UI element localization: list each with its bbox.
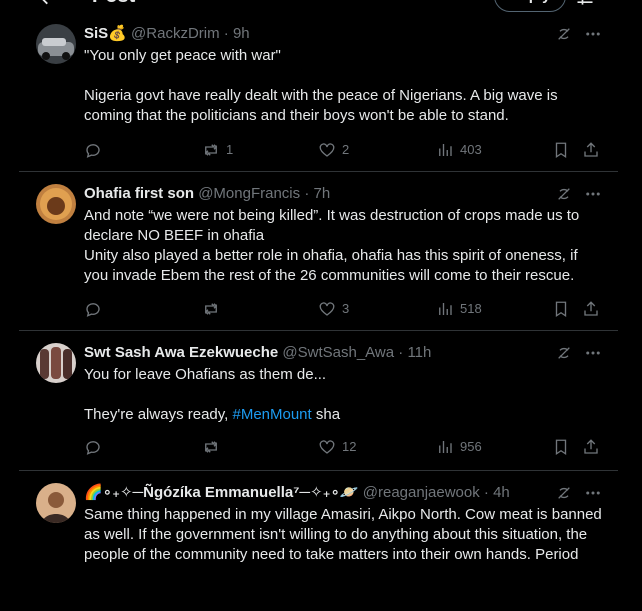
views-count: 518: [460, 301, 482, 316]
top-bar: Post Reply: [0, 0, 642, 14]
like-count: 3: [342, 301, 350, 316]
page-title: Post: [92, 0, 135, 8]
author-handle[interactable]: @RackzDrim: [131, 25, 220, 42]
grok-icon[interactable]: [556, 345, 572, 361]
post-text: And note “we were not being killed”. It …: [84, 207, 580, 284]
action-bar: 12 956: [84, 437, 602, 457]
reply-button[interactable]: Reply: [494, 0, 566, 12]
like-count: 12: [342, 439, 357, 454]
author-handle[interactable]: @MongFrancis: [198, 185, 300, 202]
hashtag-link[interactable]: #MenMount: [232, 406, 311, 423]
grok-icon[interactable]: [556, 485, 572, 501]
author-handle[interactable]: @SwtSash_Awa: [282, 344, 394, 361]
grok-icon[interactable]: [556, 26, 572, 42]
avatar[interactable]: [36, 184, 76, 224]
reply-icon: [86, 144, 100, 158]
filter-icon[interactable]: [575, 0, 595, 8]
post-time[interactable]: 7h: [313, 185, 330, 202]
post-text: You for leave Ohafians as them de... The…: [84, 366, 341, 423]
author-handle[interactable]: @reaganjaewook: [363, 484, 480, 501]
repost-icon: [204, 303, 218, 315]
action-bar: 3 518: [84, 299, 602, 319]
repost-icon: [204, 144, 218, 156]
views-count: 956: [460, 439, 482, 454]
share-icon[interactable]: [582, 141, 600, 159]
bookmark-icon[interactable]: [552, 141, 570, 159]
author-name[interactable]: SiS: [84, 25, 108, 42]
views-icon: [439, 441, 452, 453]
reply-icon: [86, 441, 100, 455]
author-name[interactable]: Swt Sash Awa Ezekwueche: [84, 344, 278, 361]
share-icon[interactable]: [582, 438, 600, 456]
more-icon[interactable]: [584, 483, 602, 503]
action-bar: 1 2 403: [84, 140, 602, 160]
author-name[interactable]: Ohafia first son: [84, 185, 194, 202]
back-arrow-icon[interactable]: [36, 0, 58, 8]
more-icon[interactable]: [584, 184, 602, 204]
reply-post[interactable]: Swt Sash Awa Ezekwueche @SwtSash_Awa · 1…: [19, 331, 618, 471]
like-icon: [319, 440, 335, 454]
repost-icon: [204, 441, 218, 453]
bookmark-icon[interactable]: [552, 300, 570, 318]
reply-post[interactable]: SiS💰 @RackzDrim · 9h "You only get peace…: [19, 14, 618, 172]
like-count: 2: [342, 142, 350, 157]
avatar[interactable]: [36, 24, 76, 64]
more-icon[interactable]: [584, 24, 602, 44]
replies-feed: SiS💰 @RackzDrim · 9h "You only get peace…: [19, 14, 618, 611]
author-name[interactable]: 🌈∘₊✧─Ñgózíka Emmanuella⁷─✧₊∘🪐: [84, 484, 359, 501]
post-text: Same thing happened in my village Amasir…: [84, 506, 606, 563]
views-count: 403: [460, 142, 482, 157]
avatar[interactable]: [36, 343, 76, 383]
reply-icon: [86, 303, 100, 317]
grok-icon[interactable]: [556, 186, 572, 202]
views-icon: [439, 144, 452, 156]
bookmark-icon[interactable]: [552, 438, 570, 456]
share-icon[interactable]: [582, 300, 600, 318]
post-time[interactable]: 11h: [407, 344, 431, 361]
like-icon: [319, 143, 335, 157]
money-bag-emoji: 💰: [108, 25, 127, 42]
like-icon: [319, 302, 335, 316]
avatar[interactable]: [36, 483, 76, 523]
more-icon[interactable]: [584, 343, 602, 363]
post-time[interactable]: 4h: [493, 484, 510, 501]
post-time[interactable]: 9h: [233, 25, 250, 42]
post-text: "You only get peace with war" Nigeria go…: [84, 47, 558, 124]
views-icon: [439, 303, 452, 315]
reply-post[interactable]: 🌈∘₊✧─Ñgózíka Emmanuella⁷─✧₊∘🪐 @reaganjae…: [19, 471, 618, 611]
reply-post[interactable]: Ohafia first son @MongFrancis · 7h And n…: [19, 172, 618, 331]
repost-count: 1: [226, 142, 234, 157]
